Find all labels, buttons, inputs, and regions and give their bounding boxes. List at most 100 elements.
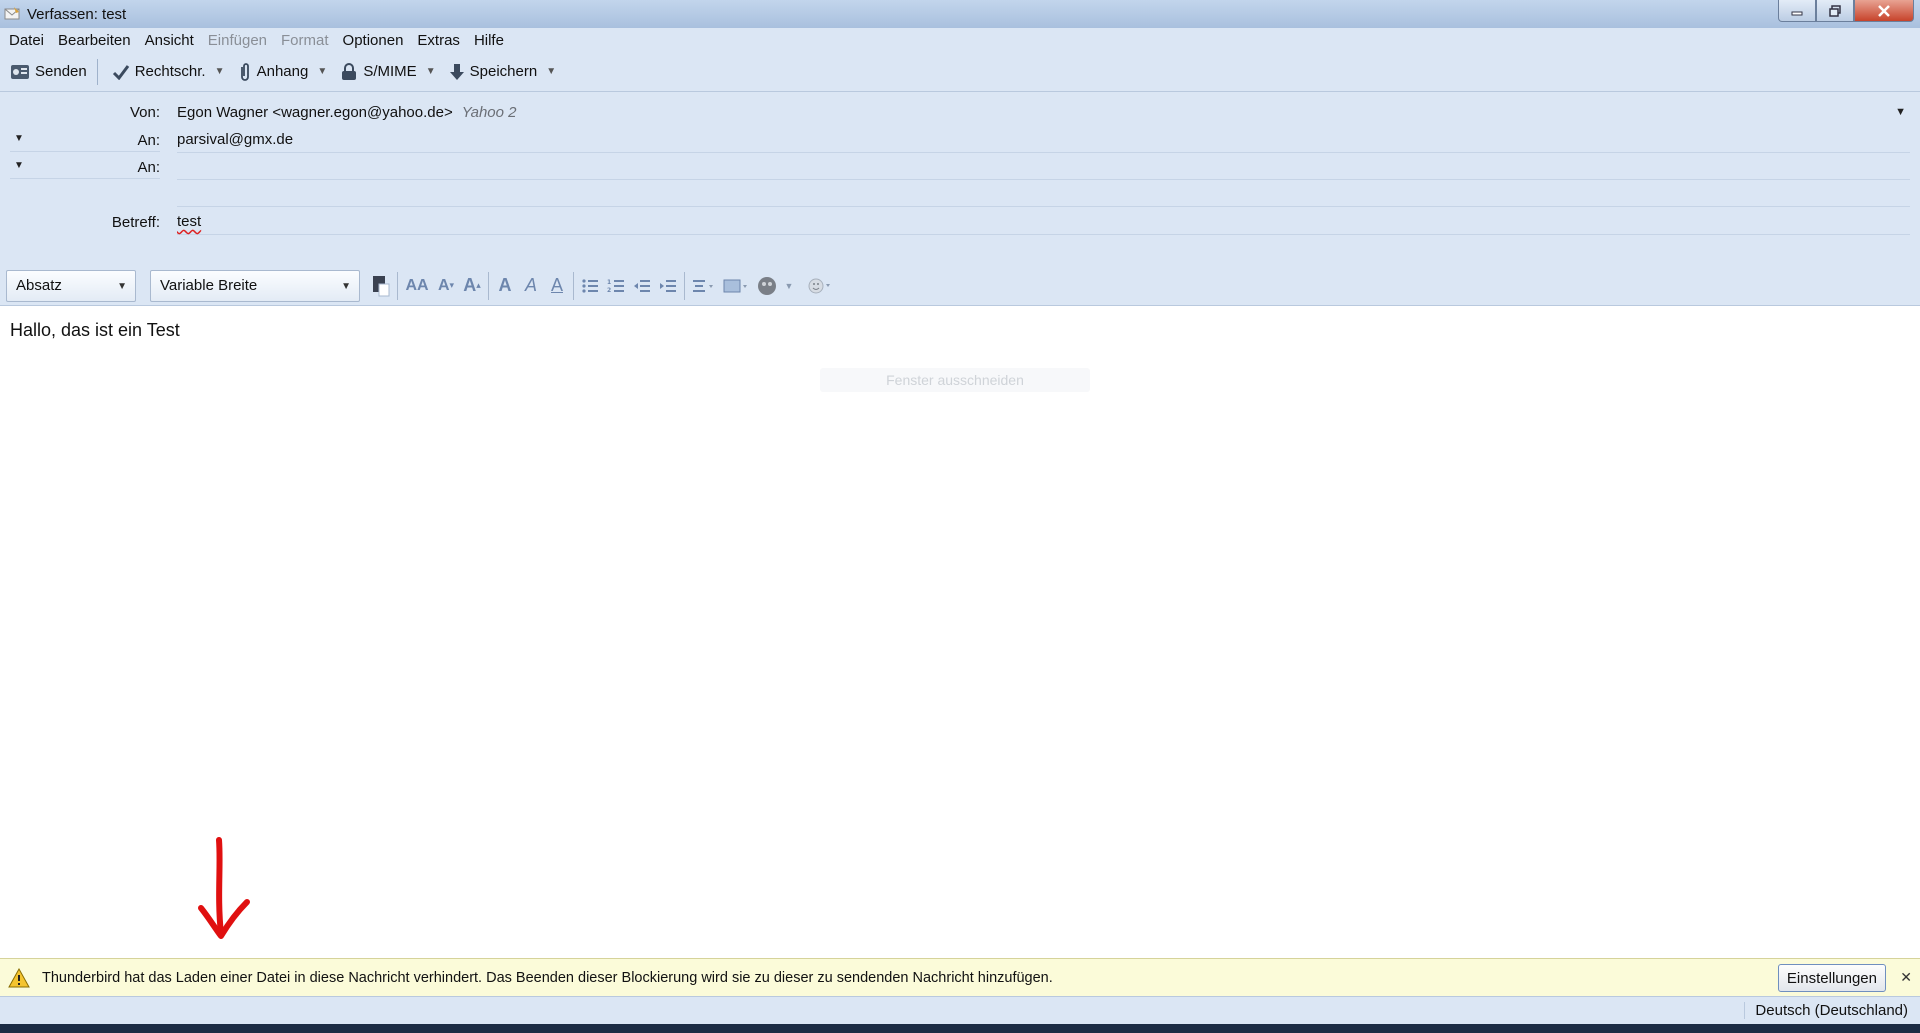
- menu-hilfe[interactable]: Hilfe: [474, 32, 504, 49]
- font-value: Variable Breite: [160, 277, 258, 294]
- close-icon: [1878, 4, 1890, 17]
- font-select[interactable]: Variable Breite ▼: [150, 269, 360, 302]
- from-label: Von:: [129, 103, 160, 121]
- subject-label: Betreff:: [111, 213, 160, 231]
- close-window-button[interactable]: [1854, 0, 1914, 22]
- compose-app-icon: [3, 5, 21, 23]
- paragraph-style-select[interactable]: Absatz ▼: [6, 269, 136, 302]
- notification-message: Thunderbird hat das Laden einer Datei in…: [42, 969, 1053, 986]
- underline-icon[interactable]: A: [544, 271, 570, 301]
- menu-bearbeiten[interactable]: Bearbeiten: [58, 32, 131, 49]
- save-button[interactable]: Speichern: [439, 57, 544, 87]
- italic-icon[interactable]: A: [518, 271, 544, 301]
- svg-text:1: 1: [607, 279, 611, 286]
- font-smaller-icon[interactable]: A ▾: [433, 271, 459, 301]
- attach-dropdown[interactable]: ▼: [314, 57, 330, 87]
- subject-field[interactable]: test: [177, 209, 1910, 235]
- send-icon: [10, 63, 30, 81]
- address-field-empty[interactable]: [177, 181, 1910, 207]
- menu-ansicht[interactable]: Ansicht: [145, 32, 194, 49]
- insert-image-icon[interactable]: [720, 271, 752, 301]
- to-row: ▼ An: parsival@gmx.de: [0, 126, 1920, 154]
- format-separator: [397, 271, 398, 300]
- chevron-down-icon: ▼: [117, 280, 127, 292]
- send-button[interactable]: Senden: [0, 57, 93, 87]
- subject-row: Betreff: test: [0, 208, 1920, 236]
- indent-icon[interactable]: [655, 271, 681, 301]
- font-larger-icon[interactable]: A ▴: [459, 271, 485, 301]
- svg-text:2: 2: [607, 287, 611, 294]
- warning-icon: [8, 967, 30, 988]
- empty-address-row: [0, 180, 1920, 208]
- close-icon[interactable]: ✕: [1900, 969, 1912, 986]
- from-account: Yahoo 2: [461, 103, 517, 121]
- paperclip-icon: [238, 62, 252, 82]
- message-body-editor[interactable]: Hallo, das ist ein Test Fenster ausschne…: [0, 306, 1920, 958]
- chevron-down-icon: ▼: [341, 280, 351, 292]
- to-row-2: ▼ An:: [0, 153, 1920, 181]
- smiley-icon[interactable]: [804, 271, 836, 301]
- format-separator: [488, 271, 489, 300]
- smime-label: S/MIME: [363, 63, 417, 80]
- message-headers: Von: Egon Wagner <wagner.egon@yahoo.de> …: [0, 92, 1920, 265]
- smime-button[interactable]: S/MIME: [330, 57, 422, 87]
- restore-icon: [1829, 4, 1841, 17]
- message-body-text: Hallo, das ist ein Test: [10, 320, 180, 340]
- compose-toolbar: Senden Rechtschr. ▼ Anhang ▼ S/MIME ▼ Sp…: [0, 52, 1920, 92]
- format-separator: [684, 271, 685, 300]
- taskbar-strip: [0, 1024, 1920, 1033]
- format-separator: [573, 271, 574, 300]
- notification-bar: Thunderbird hat das Laden einer Datei in…: [0, 958, 1920, 996]
- numbered-list-icon[interactable]: 12: [603, 271, 629, 301]
- chevron-down-icon: ▼: [425, 66, 436, 77]
- menu-format[interactable]: Format: [281, 32, 329, 49]
- to-label: An:: [137, 131, 160, 149]
- spellcheck-label: Rechtschr.: [134, 63, 206, 80]
- text-color-icon[interactable]: [368, 271, 394, 301]
- title-bar: Verfassen: test: [0, 0, 1920, 28]
- window-title: Verfassen: test: [27, 5, 127, 23]
- insert-object-icon[interactable]: [752, 271, 782, 301]
- to-address-field-2[interactable]: [177, 154, 1910, 180]
- from-identity: Egon Wagner <wagner.egon@yahoo.de>: [177, 103, 453, 121]
- save-arrow-icon: [449, 63, 465, 81]
- align-icon[interactable]: [688, 271, 720, 301]
- save-label: Speichern: [469, 63, 538, 80]
- spellcheck-button[interactable]: Rechtschr.: [102, 57, 212, 87]
- to-address-value: parsival@gmx.de: [177, 131, 294, 148]
- lock-icon: [340, 62, 358, 81]
- checkmark-icon: [112, 64, 130, 80]
- save-dropdown[interactable]: ▼: [543, 57, 559, 87]
- menu-einfuegen[interactable]: Einfügen: [208, 32, 267, 49]
- font-size-icon[interactable]: AA: [401, 271, 433, 301]
- minimize-button[interactable]: [1778, 0, 1816, 22]
- chevron-down-icon: ▼: [317, 66, 328, 77]
- settings-button[interactable]: Einstellungen: [1777, 964, 1886, 992]
- outdent-icon[interactable]: [629, 271, 655, 301]
- window-controls: [1778, 0, 1914, 22]
- red-arrow-annotation: [198, 837, 250, 939]
- snipping-tooltip: Fenster ausschneiden: [820, 368, 1090, 392]
- toolbar-separator: [96, 58, 98, 85]
- to-label-2: An:: [137, 158, 160, 176]
- chevron-down-icon[interactable]: ▼: [782, 271, 796, 301]
- bullet-list-icon[interactable]: [577, 271, 603, 301]
- compose-window: Verfassen: test Datei Bearbeiten Ansicht…: [0, 0, 1920, 1033]
- from-select[interactable]: Egon Wagner <wagner.egon@yahoo.de> Yahoo…: [177, 99, 1910, 125]
- menu-extras[interactable]: Extras: [417, 32, 460, 49]
- maximize-button[interactable]: [1816, 0, 1854, 22]
- chevron-down-icon[interactable]: ▼: [1895, 106, 1906, 118]
- menu-optionen[interactable]: Optionen: [343, 32, 404, 49]
- spellcheck-dropdown[interactable]: ▼: [212, 57, 228, 87]
- bold-icon[interactable]: A: [492, 271, 518, 301]
- attach-button[interactable]: Anhang: [228, 57, 315, 87]
- menu-datei[interactable]: Datei: [9, 32, 44, 49]
- smime-dropdown[interactable]: ▼: [423, 57, 439, 87]
- from-row: Von: Egon Wagner <wagner.egon@yahoo.de> …: [0, 98, 1920, 126]
- language-indicator[interactable]: Deutsch (Deutschland): [1744, 1002, 1908, 1019]
- send-label: Senden: [35, 63, 87, 80]
- to-address-field[interactable]: parsival@gmx.de: [177, 127, 1910, 153]
- format-toolbar: Absatz ▼ Variable Breite ▼ AA A ▾ A ▴ A A …: [0, 266, 1920, 306]
- minimize-icon: [1791, 11, 1803, 15]
- attach-label: Anhang: [256, 63, 309, 80]
